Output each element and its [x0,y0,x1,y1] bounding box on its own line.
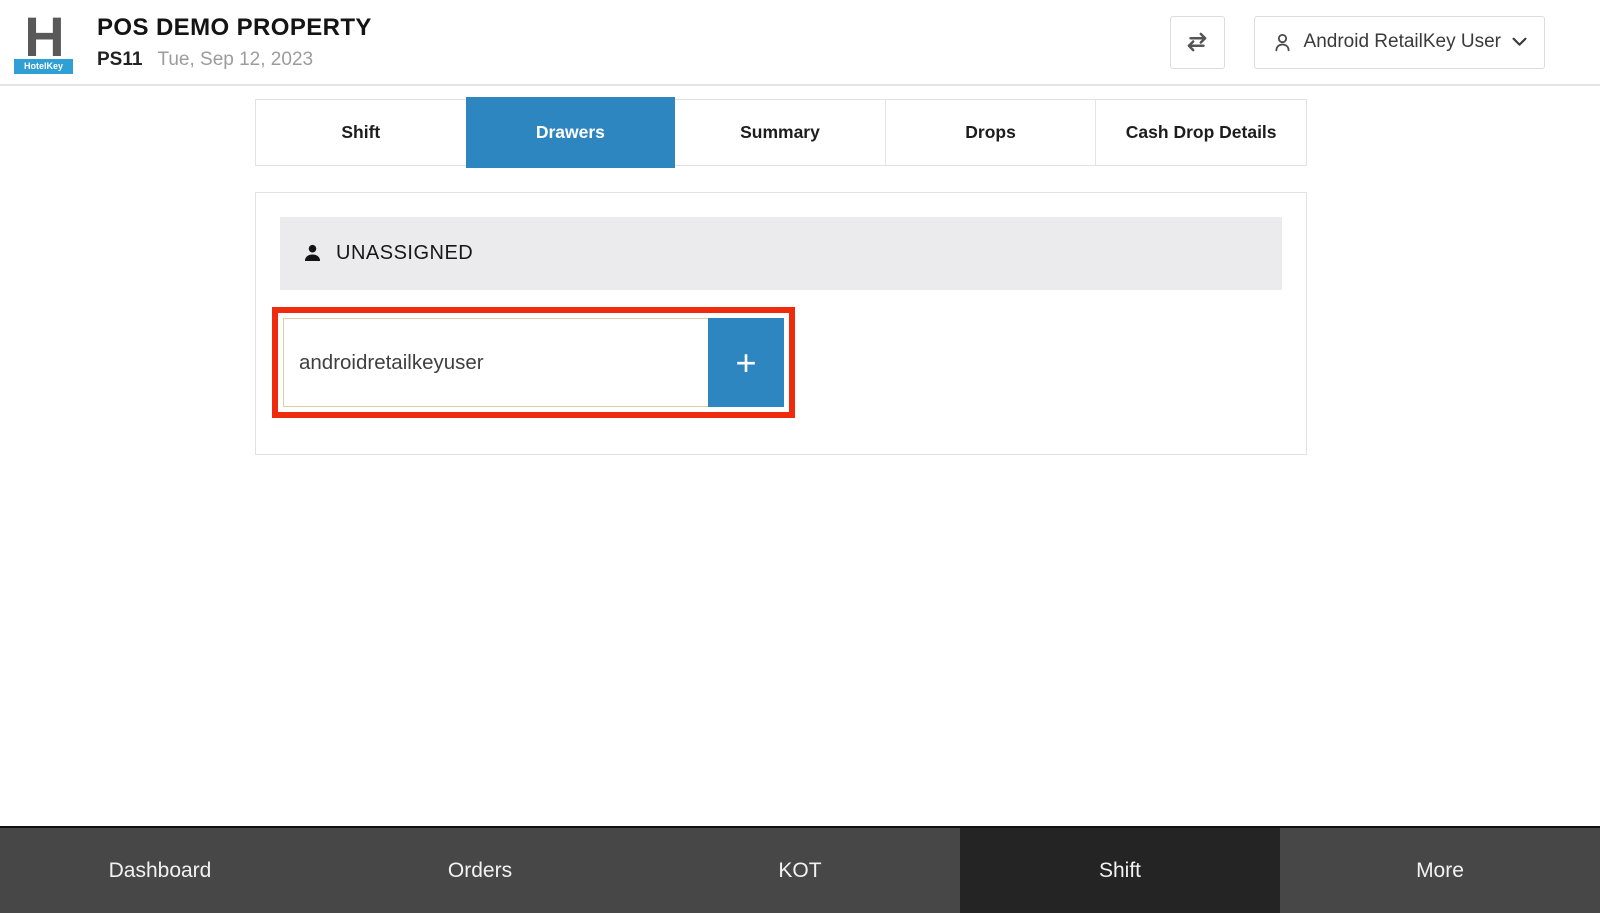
tab-drops[interactable]: Drops [885,100,1096,165]
nav-item-dashboard[interactable]: Dashboard [0,828,320,913]
tab-shift[interactable]: Shift [256,100,466,165]
nav-item-kot[interactable]: KOT [640,828,960,913]
annotation-highlight-box: + [272,307,795,418]
header-text: POS DEMO PROPERTY PS11 Tue, Sep 12, 2023 [97,14,372,71]
chevron-down-icon [1512,37,1527,47]
tab-drawers[interactable]: Drawers [466,97,676,168]
swap-horizontal-icon [1183,28,1211,56]
swap-terminal-button[interactable] [1170,16,1225,69]
person-outline-icon [1272,32,1293,53]
nav-item-shift[interactable]: Shift [960,828,1280,913]
bottom-nav: Dashboard Orders KOT Shift More [0,826,1600,913]
hotelkey-logo: H HotelKey [14,12,73,74]
add-drawer-button[interactable]: + [708,318,784,407]
nav-item-more[interactable]: More [1280,828,1600,913]
drawers-panel: UNASSIGNED + [255,192,1307,455]
hotelkey-logo-banner: HotelKey [14,59,73,74]
header-actions: Android RetailKey User [1170,16,1545,69]
shift-tabbar: Shift Drawers Summary Drops Cash Drop De… [255,99,1307,166]
property-title: POS DEMO PROPERTY [97,14,372,42]
tab-summary[interactable]: Summary [675,100,885,165]
plus-icon: + [735,345,756,381]
user-menu-button[interactable]: Android RetailKey User [1254,16,1545,69]
header-subrow: PS11 Tue, Sep 12, 2023 [97,49,372,71]
drawer-user-input[interactable] [283,318,708,407]
terminal-id: PS11 [97,49,142,71]
hotelkey-logo-letter: H [14,12,73,62]
person-filled-icon [302,243,323,264]
tab-cash-drop-details[interactable]: Cash Drop Details [1095,100,1306,165]
user-menu-label: Android RetailKey User [1304,31,1501,53]
pos-app-screen: H HotelKey POS DEMO PROPERTY PS11 Tue, S… [0,0,1600,913]
assign-drawer-row: + [283,318,784,407]
unassigned-section-title: UNASSIGNED [336,242,473,265]
unassigned-section-header: UNASSIGNED [280,217,1282,290]
nav-item-orders[interactable]: Orders [320,828,640,913]
app-header: H HotelKey POS DEMO PROPERTY PS11 Tue, S… [0,0,1600,86]
business-date: Tue, Sep 12, 2023 [157,49,313,71]
